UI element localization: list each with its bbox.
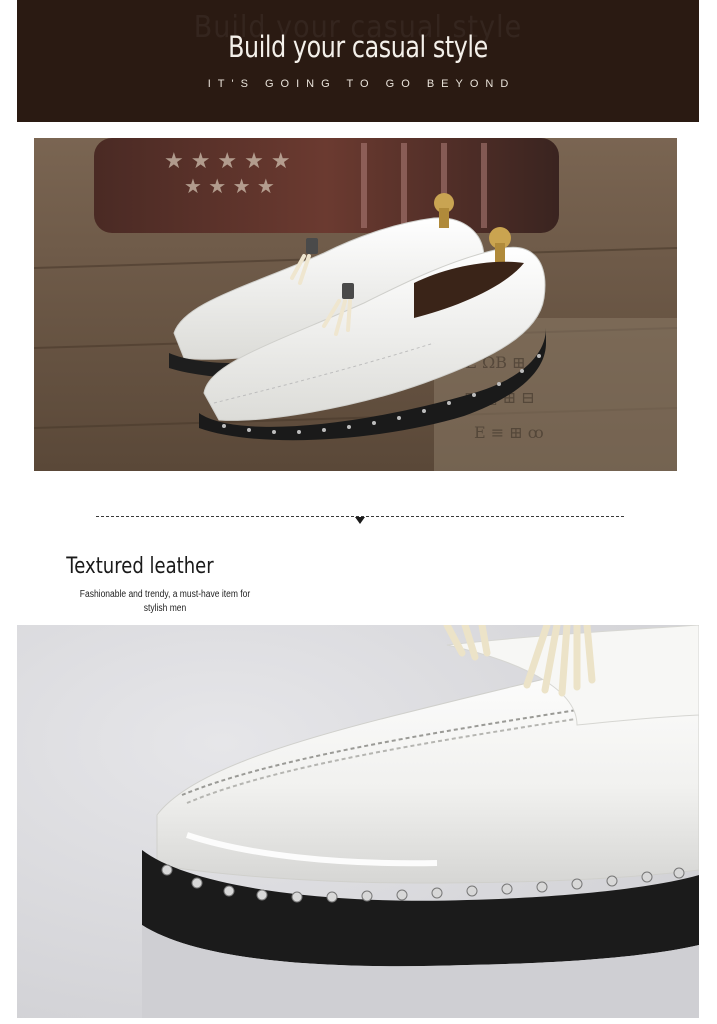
hero-shoe-photo: ΞE ΩB ⊞ ⊡ ◫ ⊞ ⊟ E ≡ ⊞ ꝏ ★ ★ ★ ★ ★ ★ ★ ★ … [34,138,677,471]
banner-subtitle: IT'S GOING TO GO BEYOND [207,78,516,90]
divider-arrow-icon [355,517,365,524]
svg-text:★ ★ ★ ★: ★ ★ ★ ★ [184,174,275,198]
banner-title: Build your casual style [228,30,488,64]
section-description: Fashionable and trendy, a must-have item… [79,589,251,614]
svg-text:E ≡ ⊞ ꝏ: E ≡ ⊞ ꝏ [474,423,544,442]
svg-text:★ ★ ★ ★ ★: ★ ★ ★ ★ ★ [164,149,291,174]
detail-shoe-photo [17,625,699,1018]
top-banner: Build your casual style Build your casua… [17,0,699,122]
section-title: Textured leather [66,554,214,579]
